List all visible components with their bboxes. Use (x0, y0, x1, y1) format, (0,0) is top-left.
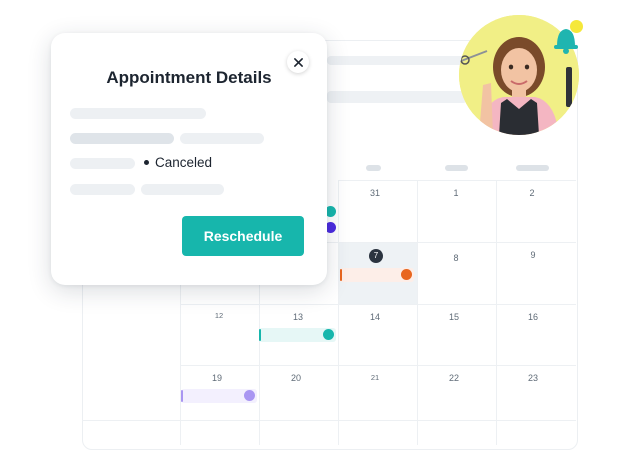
detail-placeholder (141, 184, 224, 195)
appointment-details-modal: Appointment Details Canceled Reschedule (51, 33, 327, 285)
detail-placeholder (70, 108, 206, 119)
date-number: 13 (292, 312, 303, 322)
date-number: 20 (290, 373, 301, 383)
day-header (516, 165, 549, 171)
date-number: 22 (448, 373, 459, 383)
detail-placeholder (70, 133, 174, 144)
date-number: 8 (453, 253, 459, 263)
modal-title: Appointment Details (106, 68, 272, 87)
date-number: 12 (214, 311, 224, 320)
date-number: 19 (211, 373, 222, 383)
date-number: 15 (448, 312, 459, 322)
date-number: 2 (529, 188, 535, 198)
date-number: 23 (527, 373, 538, 383)
event-orange[interactable] (340, 268, 414, 282)
day-header (366, 165, 381, 171)
day-header (445, 165, 468, 171)
reschedule-button[interactable]: Reschedule (182, 216, 304, 256)
calendar-toolbar-placeholder (327, 56, 467, 65)
date-number: 9 (530, 250, 536, 260)
detail-placeholder (70, 184, 135, 195)
status-label: Canceled (155, 155, 213, 170)
date-number: 31 (369, 188, 380, 198)
detail-placeholder (180, 133, 264, 144)
event-purple[interactable] (181, 389, 257, 403)
calendar-toolbar-placeholder (327, 91, 467, 103)
event-teal[interactable] (259, 328, 336, 342)
detail-placeholder (70, 158, 135, 169)
date-number: 14 (369, 312, 380, 322)
today-date-number: 7 (369, 249, 383, 263)
date-number: 1 (453, 188, 459, 198)
close-icon (293, 57, 303, 67)
status-dot (144, 160, 149, 165)
close-button[interactable] (287, 51, 309, 73)
date-number: 16 (527, 312, 538, 322)
notification-dot (570, 20, 583, 33)
date-number: 21 (370, 373, 380, 382)
appointment-status: Canceled (144, 155, 212, 170)
